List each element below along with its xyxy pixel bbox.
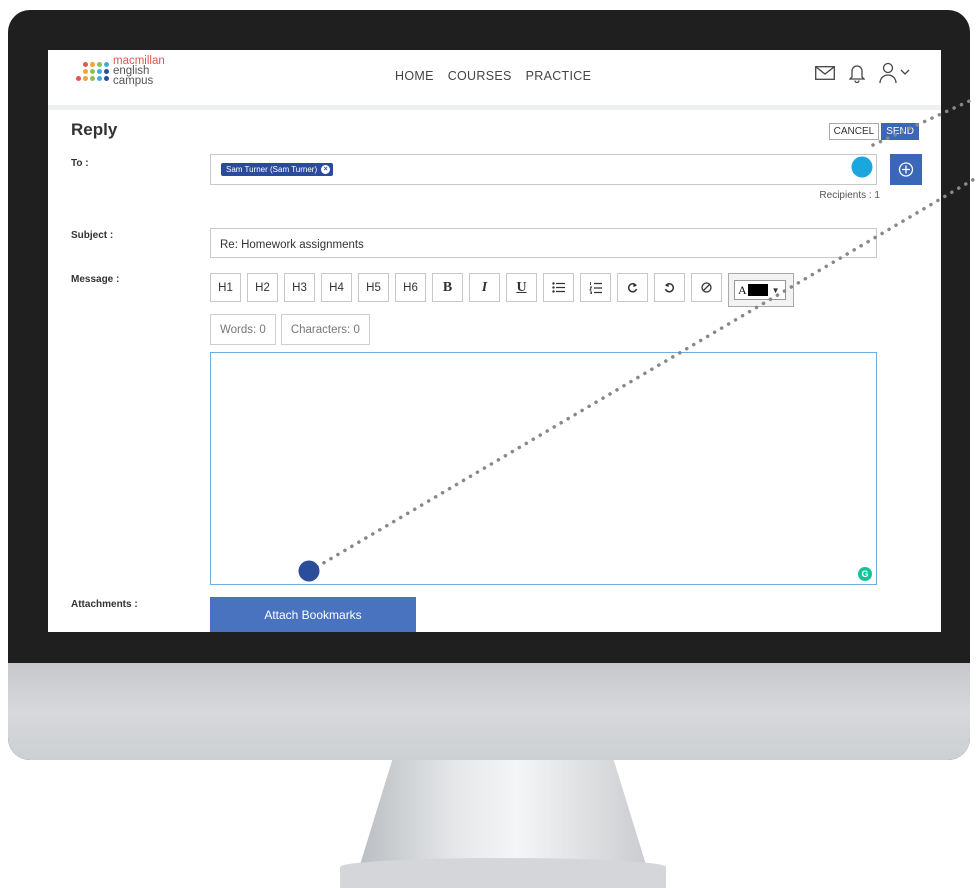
logo-dot: [76, 62, 81, 67]
clear-format-icon: [701, 282, 712, 293]
user-menu-icon[interactable]: [879, 62, 911, 84]
header-icons: [815, 62, 911, 84]
attach-bookmarks-button[interactable]: Attach Bookmarks: [210, 597, 416, 632]
grammarly-icon[interactable]: G: [858, 567, 872, 581]
message-label: Message :: [71, 274, 120, 285]
text-color-swatch: [747, 284, 768, 296]
redo-button[interactable]: [617, 273, 648, 302]
recipient-chip-label: Sam Turner (Sam Turner): [226, 165, 318, 174]
undo-button[interactable]: [654, 273, 685, 302]
undo-icon: [664, 283, 675, 293]
logo-dot: [90, 75, 95, 81]
heading-4-button[interactable]: H4: [321, 273, 352, 302]
word-counter: Words: 0: [210, 314, 276, 345]
nav-home[interactable]: HOME: [395, 69, 434, 83]
logo-dot: [90, 68, 95, 74]
logo-dot: [97, 75, 102, 81]
attachments-label: Attachments :: [71, 599, 138, 610]
monitor-chin: [8, 663, 970, 760]
message-editor[interactable]: G: [210, 352, 877, 585]
send-button[interactable]: SEND: [881, 123, 919, 140]
macmillan-logo[interactable]: macmillan english campus: [76, 55, 165, 87]
counters: Words: 0 Characters: 0: [210, 314, 370, 345]
heading-3-button[interactable]: H3: [284, 273, 315, 302]
to-label: To :: [71, 158, 89, 169]
logo-dot: [90, 61, 95, 67]
heading-2-button[interactable]: H2: [247, 273, 278, 302]
logo-dot: [76, 69, 81, 74]
chevron-down-icon: ▼: [771, 285, 780, 295]
bell-icon[interactable]: [849, 63, 865, 83]
bulleted-list-button[interactable]: [543, 273, 574, 302]
subject-input[interactable]: Re: Homework assignments: [210, 228, 877, 258]
logo-dot: [83, 61, 88, 67]
logo-dot: [104, 68, 109, 74]
app-screen: macmillan english campus HOME COURSES PR…: [48, 50, 941, 632]
logo-dot: [83, 68, 88, 74]
monitor-stand-base: [340, 858, 666, 888]
numbered-list-icon: [589, 281, 602, 294]
logo-dot: [83, 75, 88, 81]
nav-courses[interactable]: COURSES: [448, 69, 512, 83]
to-field[interactable]: Sam Turner (Sam Turner) ×: [210, 154, 877, 185]
remove-recipient-icon[interactable]: ×: [321, 165, 331, 174]
clear-format-button[interactable]: [691, 273, 722, 302]
logo-dots-icon: [76, 61, 109, 81]
text-color-picker[interactable]: A ▼: [728, 273, 794, 307]
logo-dot: [97, 61, 102, 67]
italic-button[interactable]: I: [469, 273, 500, 302]
add-recipient-button[interactable]: [890, 154, 922, 185]
app-header: macmillan english campus HOME COURSES PR…: [48, 50, 941, 110]
monitor-frame: macmillan english campus HOME COURSES PR…: [8, 10, 970, 760]
logo-dot: [76, 75, 81, 81]
add-circle-icon: [898, 162, 914, 177]
bold-button[interactable]: B: [432, 273, 463, 302]
logo-dot: [97, 68, 102, 74]
heading-6-button[interactable]: H6: [395, 273, 426, 302]
mail-icon[interactable]: [815, 66, 835, 80]
heading-5-button[interactable]: H5: [358, 273, 389, 302]
underline-button[interactable]: U: [506, 273, 537, 302]
bulleted-list-icon: [552, 282, 565, 293]
main-nav: HOME COURSES PRACTICE: [395, 69, 591, 83]
editor-toolbar: H1 H2 H3 H4 H5 H6 B I U A ▼: [210, 273, 794, 307]
text-color-letter: A: [738, 282, 747, 297]
numbered-list-button[interactable]: [580, 273, 611, 302]
cancel-button[interactable]: CANCEL: [828, 123, 880, 140]
page-title: Reply: [71, 120, 118, 139]
logo-dot: [104, 61, 109, 67]
logo-dot: [104, 75, 109, 81]
redo-icon: [627, 283, 638, 293]
heading-1-button[interactable]: H1: [210, 273, 241, 302]
nav-practice[interactable]: PRACTICE: [526, 69, 592, 83]
character-counter: Characters: 0: [280, 314, 370, 345]
top-actions: CANCEL SEND: [828, 123, 919, 140]
subject-label: Subject :: [71, 230, 114, 241]
logo-line-3: campus: [113, 75, 154, 87]
recipient-chip[interactable]: Sam Turner (Sam Turner) ×: [221, 163, 334, 176]
recipients-count: Recipients : 1: [819, 190, 880, 201]
